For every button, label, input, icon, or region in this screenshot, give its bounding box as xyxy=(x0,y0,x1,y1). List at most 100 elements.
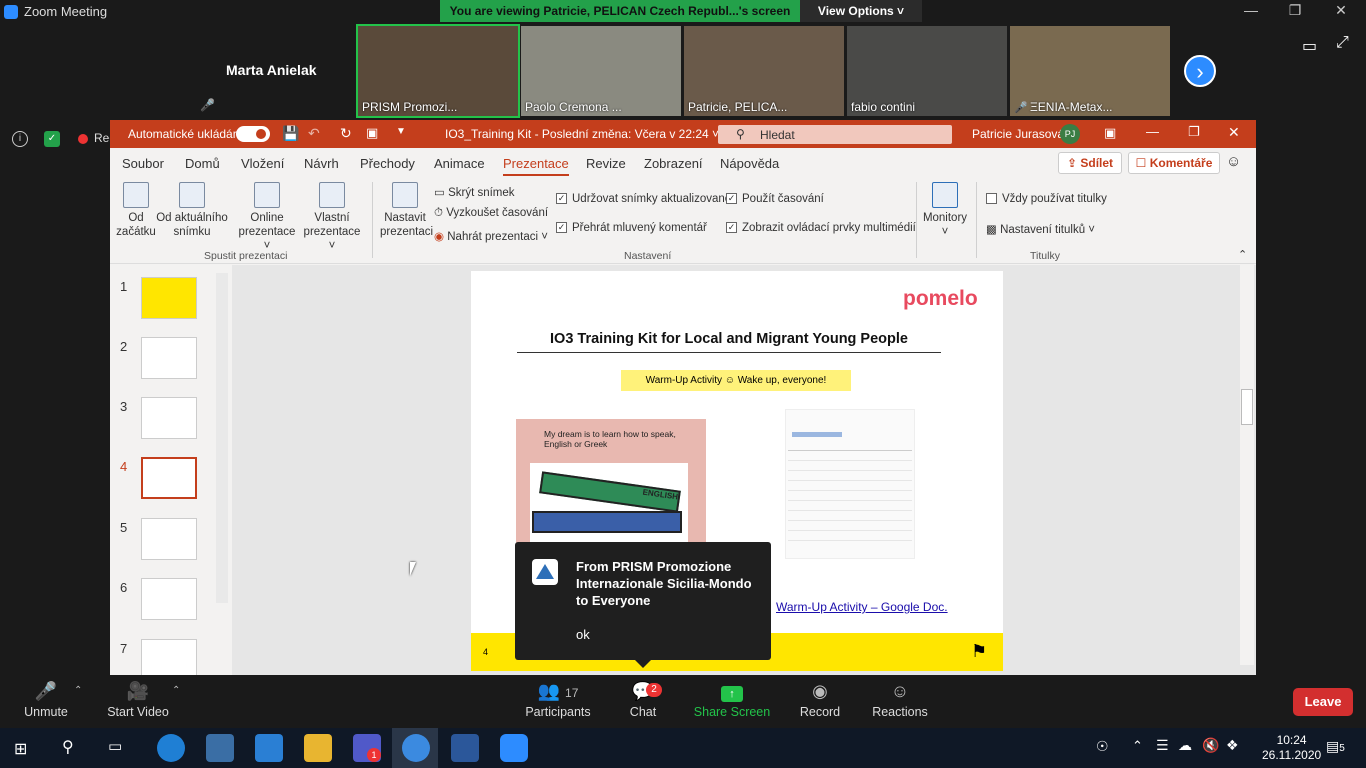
thumbs-scrollbar[interactable] xyxy=(216,273,228,603)
tab-soubor[interactable]: Soubor xyxy=(122,156,164,171)
rehearse-timings-button[interactable]: ⏱ Vyzkoušet časování xyxy=(434,207,548,220)
slide-thumbnail[interactable] xyxy=(141,578,197,620)
collapse-ribbon-icon[interactable]: ⌃ xyxy=(1238,248,1247,261)
thunderbird-icon[interactable] xyxy=(402,734,430,762)
slide-thumbnail-selected[interactable] xyxy=(141,457,197,499)
notifications-icon[interactable]: ▤5 xyxy=(1326,738,1345,755)
participants-button[interactable]: 👥 17 Participants xyxy=(524,681,592,719)
teams-icon[interactable]: 1 xyxy=(353,734,381,762)
slide-thumbnail[interactable] xyxy=(141,397,197,439)
video-tile[interactable]: fabio contini xyxy=(847,26,1007,116)
slide-thumbnail[interactable] xyxy=(141,337,197,379)
tab-prechody[interactable]: Přechody xyxy=(360,156,415,171)
start-video-button[interactable]: 🎥 Start Video xyxy=(104,681,172,719)
custom-presentation-button[interactable]: Vlastní prezentace ˅ xyxy=(300,182,364,253)
scrollbar-thumb[interactable] xyxy=(1241,389,1253,425)
search-box[interactable]: ⚲ Hledat xyxy=(718,125,952,144)
chat-button[interactable]: 💬 Chat 2 xyxy=(622,681,664,719)
unmute-button[interactable]: 🎤 Unmute xyxy=(20,681,72,719)
share-screen-button[interactable]: ↑ Share Screen xyxy=(692,681,772,719)
ribbon-display-icon[interactable]: ▣ xyxy=(1104,125,1116,141)
subtitle-settings-button[interactable]: ▩ Nastavení titulků ˅ xyxy=(986,222,1095,236)
keep-updated-checkbox[interactable]: ✓ Udržovat snímky aktualizované xyxy=(556,193,731,205)
record-slideshow-button[interactable]: ◉ Nahrát prezentaci ˅ xyxy=(434,229,548,243)
word-icon[interactable] xyxy=(451,734,479,762)
chat-notification[interactable]: From PRISM Promozione Internazionale Sic… xyxy=(515,542,771,668)
windows-start-icon[interactable]: ⊞ xyxy=(14,739,27,759)
avatar[interactable]: PJ xyxy=(1060,124,1080,144)
video-tile[interactable]: ΞENIA-Metax... 🎤 xyxy=(1010,26,1170,116)
play-narration-checkbox[interactable]: ✓ Přehrát mluvený komentář xyxy=(556,222,707,234)
setup-show-button[interactable]: Nastavit prezentaci xyxy=(380,182,433,239)
smiley-icon[interactable]: ☺ xyxy=(1226,153,1241,170)
document-title[interactable]: IO3_Training Kit - Poslední změna: Včera… xyxy=(445,127,719,141)
tab-vlozeni[interactable]: Vložení xyxy=(241,156,284,171)
video-tile[interactable]: Patricie, PELICA... xyxy=(684,26,844,116)
clock[interactable]: 10:24 26.11.2020 xyxy=(1262,733,1321,763)
tab-prezentace[interactable]: Prezentace xyxy=(503,156,569,176)
show-media-checkbox[interactable]: ✓ Zobrazit ovládací prvky multimédií xyxy=(726,222,916,234)
autosave-toggle[interactable] xyxy=(236,126,270,142)
windows-taskbar: ⊞ ⚲ ▭ 1 ☉ ⌃ ☰ ☁ 🔇 ❖ 10:24 26.11.2020 ▤5 xyxy=(0,728,1366,768)
next-page-icon[interactable]: › xyxy=(1184,55,1216,87)
store-icon[interactable] xyxy=(206,734,234,762)
tab-navrh[interactable]: Návrh xyxy=(304,156,339,171)
video-options-icon[interactable]: ⌃ xyxy=(172,685,180,696)
ppt-minimize-icon[interactable]: — xyxy=(1146,124,1159,139)
hide-slide-button[interactable]: ▭ Skrýt snímek xyxy=(434,185,515,199)
edge-icon[interactable] xyxy=(157,734,185,762)
slide-scrollbar[interactable] xyxy=(1240,265,1254,665)
view-options-button[interactable]: View Options ˅ xyxy=(800,0,922,22)
monitors-button[interactable]: Monitory ˅ xyxy=(922,182,968,239)
video-tile[interactable]: PRISM Promozi... xyxy=(356,24,520,118)
google-doc-link[interactable]: Warm-Up Activity – Google Doc. xyxy=(776,600,948,614)
wifi-icon[interactable]: ☰ xyxy=(1156,737,1169,754)
mail-icon[interactable] xyxy=(255,734,283,762)
close-icon[interactable]: ✕ xyxy=(1318,2,1364,19)
from-current-button[interactable]: Od aktuálního snímku xyxy=(156,182,228,239)
show-hidden-icons-icon[interactable]: ⌃ xyxy=(1132,738,1143,754)
customize-qat-icon[interactable]: ▼ xyxy=(396,126,406,137)
shield-icon[interactable]: ✓ xyxy=(44,131,60,147)
slide-thumbnail[interactable] xyxy=(141,518,197,560)
file-explorer-icon[interactable] xyxy=(304,734,332,762)
present-icon[interactable]: ▣ xyxy=(366,125,378,141)
fullscreen-icon[interactable]: ⤢ xyxy=(1336,34,1349,52)
leave-button[interactable]: Leave xyxy=(1293,688,1353,716)
online-presentation-button[interactable]: Online prezentace ˅ xyxy=(234,182,300,253)
record-button[interactable]: ◉ Record xyxy=(798,681,842,719)
minimize-icon[interactable]: — xyxy=(1228,2,1274,18)
undo-icon[interactable]: ↶ xyxy=(308,125,320,142)
comments-button[interactable]: ☐ Komentáře xyxy=(1128,152,1220,174)
ppt-close-icon[interactable]: ✕ xyxy=(1228,124,1240,141)
audio-options-icon[interactable]: ⌃ xyxy=(74,685,82,696)
tab-revize[interactable]: Revize xyxy=(586,156,626,171)
tab-domu[interactable]: Domů xyxy=(185,156,220,171)
featured-participant[interactable]: Marta Anielak 🎤 xyxy=(194,26,356,116)
info-icon[interactable]: i xyxy=(12,131,28,147)
volume-muted-icon[interactable]: 🔇 xyxy=(1202,737,1219,754)
notifications-count: 5 xyxy=(1339,743,1345,754)
share-button[interactable]: ⇪ Sdílet xyxy=(1058,152,1122,174)
people-icon[interactable]: ☉ xyxy=(1096,738,1109,755)
vpn-icon[interactable]: ☁ xyxy=(1178,737,1192,754)
from-start-button[interactable]: Od začátku xyxy=(116,182,156,239)
gallery-view-icon[interactable]: ▭ xyxy=(1302,36,1317,56)
slide-thumbnail[interactable] xyxy=(141,639,197,675)
tab-napoveda[interactable]: Nápověda xyxy=(720,156,779,171)
ppt-restore-icon[interactable]: ❐ xyxy=(1188,124,1200,140)
use-timing-checkbox[interactable]: ✓ Použít časování xyxy=(726,193,824,205)
always-subtitles-checkbox[interactable]: Vždy používat titulky xyxy=(986,193,1107,205)
save-icon[interactable]: 💾 xyxy=(282,125,299,142)
tab-animace[interactable]: Animace xyxy=(434,156,485,171)
task-view-icon[interactable]: ▭ xyxy=(108,737,122,755)
redo-icon[interactable]: ↻ xyxy=(340,125,352,142)
search-icon[interactable]: ⚲ xyxy=(62,737,74,757)
zoom-app-icon[interactable] xyxy=(500,734,528,762)
dropbox-icon[interactable]: ❖ xyxy=(1226,737,1239,754)
slide-thumbnail[interactable] xyxy=(141,277,197,319)
video-tile[interactable]: Paolo Cremona ... xyxy=(521,26,681,116)
reactions-button[interactable]: ☺ Reactions xyxy=(870,681,930,719)
tab-zobrazeni[interactable]: Zobrazení xyxy=(644,156,703,171)
restore-icon[interactable]: ❐ xyxy=(1272,2,1318,19)
